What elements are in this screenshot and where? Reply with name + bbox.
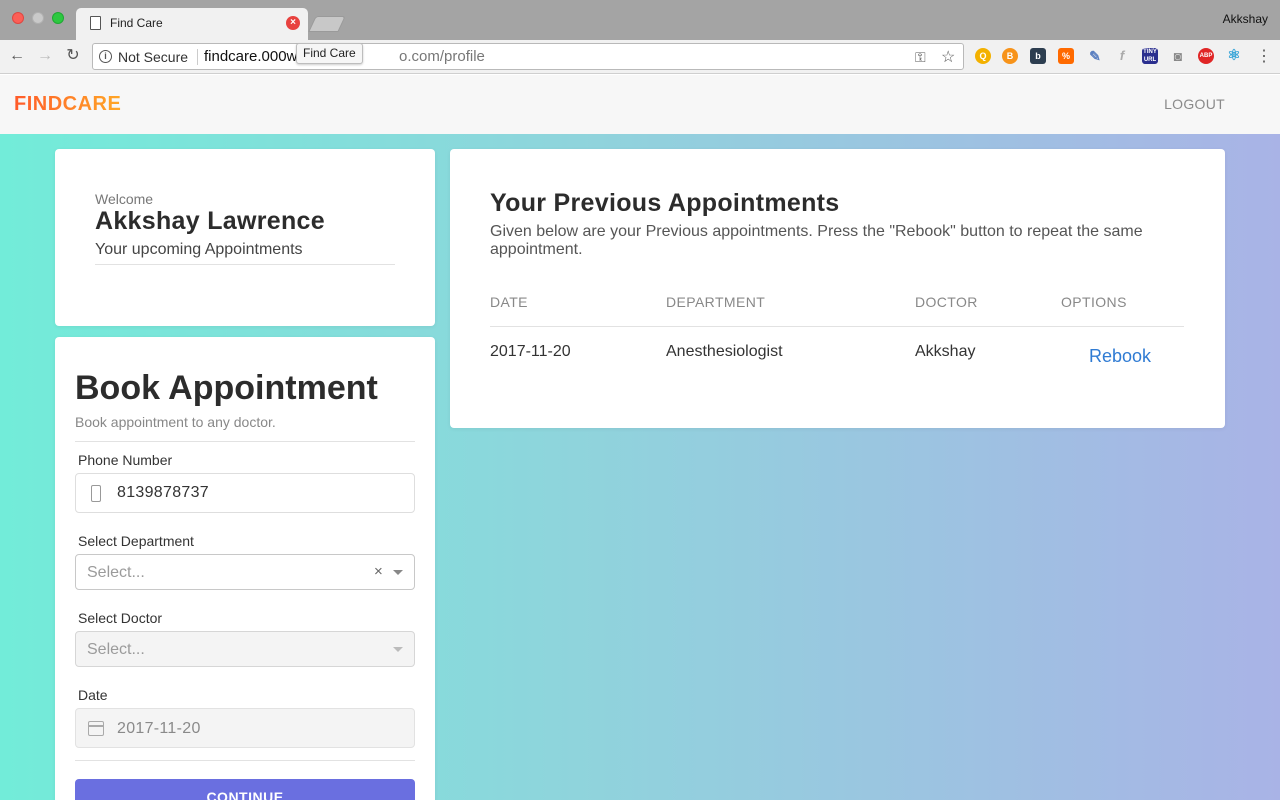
browser-titlebar: Find Care × Akkshay: [0, 0, 1280, 40]
department-label: Select Department: [78, 533, 194, 549]
upcoming-appointments-label: Your upcoming Appointments: [95, 241, 303, 258]
window-maximize-button[interactable]: [52, 12, 64, 24]
divider: [75, 760, 415, 761]
window-close-button[interactable]: [12, 12, 24, 24]
chevron-down-icon[interactable]: [393, 570, 403, 575]
new-tab-button[interactable]: [308, 16, 346, 32]
url-separator: [197, 49, 198, 65]
ext-b-icon[interactable]: b: [1030, 48, 1046, 64]
phone-label: Phone Number: [78, 452, 173, 468]
url-path[interactable]: o.com/profile: [399, 48, 485, 65]
info-icon[interactable]: i: [99, 50, 112, 63]
department-placeholder: Select...: [87, 564, 145, 581]
ext-eyedropper-icon[interactable]: ✎: [1087, 48, 1103, 64]
previous-title: Your Previous Appointments: [490, 189, 840, 217]
table-divider: [490, 326, 1184, 327]
cell-doctor: Akkshay: [915, 343, 976, 360]
star-icon[interactable]: ☆: [941, 47, 955, 67]
ext-abp-icon[interactable]: ABP: [1198, 48, 1214, 64]
doctor-select[interactable]: Select...: [75, 631, 415, 667]
browser-tab-active[interactable]: Find Care ×: [76, 8, 308, 40]
book-title: Book Appointment: [75, 369, 378, 407]
date-input[interactable]: 2017-11-20: [75, 708, 415, 748]
profile-name[interactable]: Akkshay: [1223, 12, 1268, 26]
page-icon: [90, 16, 101, 30]
browser-toolbar: ← → ↻ i Not Secure findcare.000w o.com/p…: [0, 40, 1280, 74]
tab-title: Find Care: [110, 16, 163, 30]
ext-camera-icon[interactable]: ◙: [1170, 48, 1186, 64]
rebook-button[interactable]: Rebook: [1089, 346, 1151, 367]
cell-department: Anesthesiologist: [666, 343, 783, 360]
calendar-icon: [88, 721, 104, 736]
doctor-placeholder: Select...: [87, 641, 145, 658]
cell-date: 2017-11-20: [490, 343, 571, 360]
ext-fx-icon[interactable]: f: [1114, 48, 1130, 64]
welcome-label: Welcome: [95, 191, 154, 207]
department-select[interactable]: Select... ×: [75, 554, 415, 590]
back-icon[interactable]: ←: [7, 46, 27, 66]
phone-value[interactable]: 8139878737: [117, 484, 209, 502]
url-host[interactable]: findcare.000w: [204, 48, 297, 65]
ext-react-icon[interactable]: ⚛: [1226, 48, 1242, 64]
welcome-card: Welcome Akkshay Lawrence Your upcoming A…: [55, 149, 435, 326]
phone-input[interactable]: 8139878737: [75, 473, 415, 513]
ext-bitcoin-icon[interactable]: B: [1002, 48, 1018, 64]
date-label: Date: [78, 687, 108, 703]
previous-appointments-card: Your Previous Appointments Given below a…: [450, 149, 1225, 428]
address-bar[interactable]: i Not Secure findcare.000w o.com/profile…: [92, 43, 964, 70]
tab-close-icon[interactable]: ×: [286, 16, 300, 30]
logo[interactable]: FINDCARE: [14, 93, 121, 116]
phone-icon: [91, 485, 101, 502]
divider: [75, 441, 415, 442]
ext-tinyurl-icon[interactable]: TINY URL: [1142, 48, 1158, 64]
doctor-label: Select Doctor: [78, 610, 163, 626]
date-value[interactable]: 2017-11-20: [117, 720, 201, 738]
book-subtitle: Book appointment to any doctor.: [75, 414, 276, 430]
column-header-date: DATE: [490, 294, 528, 310]
reload-icon[interactable]: ↻: [63, 46, 83, 66]
ext-percent-icon[interactable]: %: [1058, 48, 1074, 64]
security-label[interactable]: Not Secure: [118, 49, 188, 65]
key-icon[interactable]: ⚿: [915, 49, 926, 66]
forward-icon[interactable]: →: [35, 46, 55, 66]
clear-icon[interactable]: ×: [374, 563, 383, 580]
book-appointment-card: Book Appointment Book appointment to any…: [55, 337, 435, 800]
previous-description: Given below are your Previous appointmen…: [490, 223, 1143, 258]
divider: [95, 264, 395, 265]
chevron-down-icon[interactable]: [393, 647, 403, 652]
column-header-options: OPTIONS: [1061, 294, 1127, 310]
column-header-department: DEPARTMENT: [666, 294, 766, 310]
ext-q-icon[interactable]: Q: [975, 48, 991, 64]
menu-icon[interactable]: ⋮: [1256, 46, 1272, 66]
column-header-doctor: DOCTOR: [915, 294, 978, 310]
tab-tooltip: Find Care: [296, 43, 363, 64]
logout-link[interactable]: LOGOUT: [1164, 96, 1225, 112]
app-header: FINDCARE LOGOUT: [0, 75, 1280, 134]
user-name: Akkshay Lawrence: [95, 207, 325, 235]
window-minimize-button[interactable]: [32, 12, 44, 24]
continue-button[interactable]: CONTINUE: [75, 779, 415, 800]
